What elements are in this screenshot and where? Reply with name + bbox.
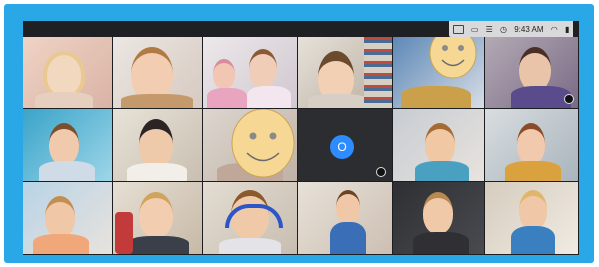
participant-tile-4[interactable]: [298, 37, 393, 109]
participant-tile-2[interactable]: [113, 37, 203, 109]
participant-face: [139, 192, 173, 238]
participant-shirt: [219, 238, 281, 254]
participant-shirt: [35, 92, 93, 108]
wifi-icon: ◠: [550, 24, 558, 34]
participant-shirt: [401, 86, 471, 108]
video-camera-icon[interactable]: [452, 24, 464, 34]
participant-shirt: [330, 222, 366, 254]
participant-shirt: [247, 86, 291, 108]
participant-shirt: [511, 86, 571, 108]
participant-face: [519, 190, 547, 230]
participant-tile-10[interactable]: O: [298, 109, 393, 182]
participant-shirt: [207, 88, 247, 108]
participant-face: [213, 59, 235, 89]
participant-shirt: [505, 161, 561, 181]
clock-icon[interactable]: ◷: [500, 25, 507, 34]
smiley-face-icon: [429, 37, 477, 79]
participant-tile-5[interactable]: [393, 37, 485, 109]
participant-tile-6[interactable]: [485, 37, 579, 109]
participant-face: [336, 190, 360, 224]
participant-tile-16[interactable]: [298, 182, 393, 255]
participant-avatar: O: [330, 135, 354, 159]
participant-tile-3[interactable]: [203, 37, 298, 109]
participant-tile-13[interactable]: [23, 182, 113, 255]
participant-tile-12[interactable]: [485, 109, 579, 182]
participant-shirt: [33, 234, 89, 254]
participant-face: [131, 47, 173, 101]
video-call-screen: ▭ ☰ ◷ 9:43 AM ◠ ▮ O: [23, 21, 579, 255]
menu-icon[interactable]: ☰: [486, 25, 493, 34]
participant-face: [45, 196, 75, 238]
participant-tile-11[interactable]: [393, 109, 485, 182]
participant-tile-17[interactable]: [393, 182, 485, 255]
participant-face: [139, 119, 173, 169]
status-bar: ▭ ☰ ◷ 9:43 AM ◠ ▮: [449, 21, 573, 37]
participant-shirt: [121, 94, 193, 108]
pin-icon[interactable]: [376, 167, 386, 177]
participant-tile-15[interactable]: [203, 182, 298, 255]
participant-tile-14[interactable]: [113, 182, 203, 255]
chair: [115, 212, 133, 254]
battery-icon: ▮: [564, 24, 570, 34]
menu-bar: ▭ ☰ ◷ 9:43 AM ◠ ▮: [23, 21, 579, 37]
participant-shirt: [413, 232, 469, 254]
participant-tile-1[interactable]: [23, 37, 113, 109]
participant-tile-9[interactable]: [203, 109, 298, 182]
participant-face: [425, 123, 455, 165]
smiley-face-icon: [231, 109, 295, 178]
bookshelf: [364, 37, 392, 108]
participant-tile-7[interactable]: [23, 109, 113, 182]
participant-shirt: [127, 236, 189, 254]
participant-shirt: [39, 161, 95, 181]
photo-frame: ▭ ☰ ◷ 9:43 AM ◠ ▮ O: [0, 0, 599, 267]
participant-face: [49, 123, 79, 165]
chat-icon[interactable]: ▭: [471, 25, 479, 34]
pin-icon[interactable]: [564, 94, 574, 104]
participant-face: [517, 123, 545, 165]
participant-shirt: [127, 163, 187, 181]
participant-face: [519, 47, 551, 91]
participant-tile-18[interactable]: [485, 182, 579, 255]
participant-shirt: [415, 161, 469, 181]
participant-grid: O: [23, 37, 579, 255]
clock-time: 9:43 AM: [514, 24, 544, 34]
participant-tile-8[interactable]: [113, 109, 203, 182]
participant-shirt: [511, 226, 555, 254]
participant-face: [423, 192, 453, 234]
participant-face: [249, 49, 277, 88]
participant-shirt: [308, 94, 368, 108]
